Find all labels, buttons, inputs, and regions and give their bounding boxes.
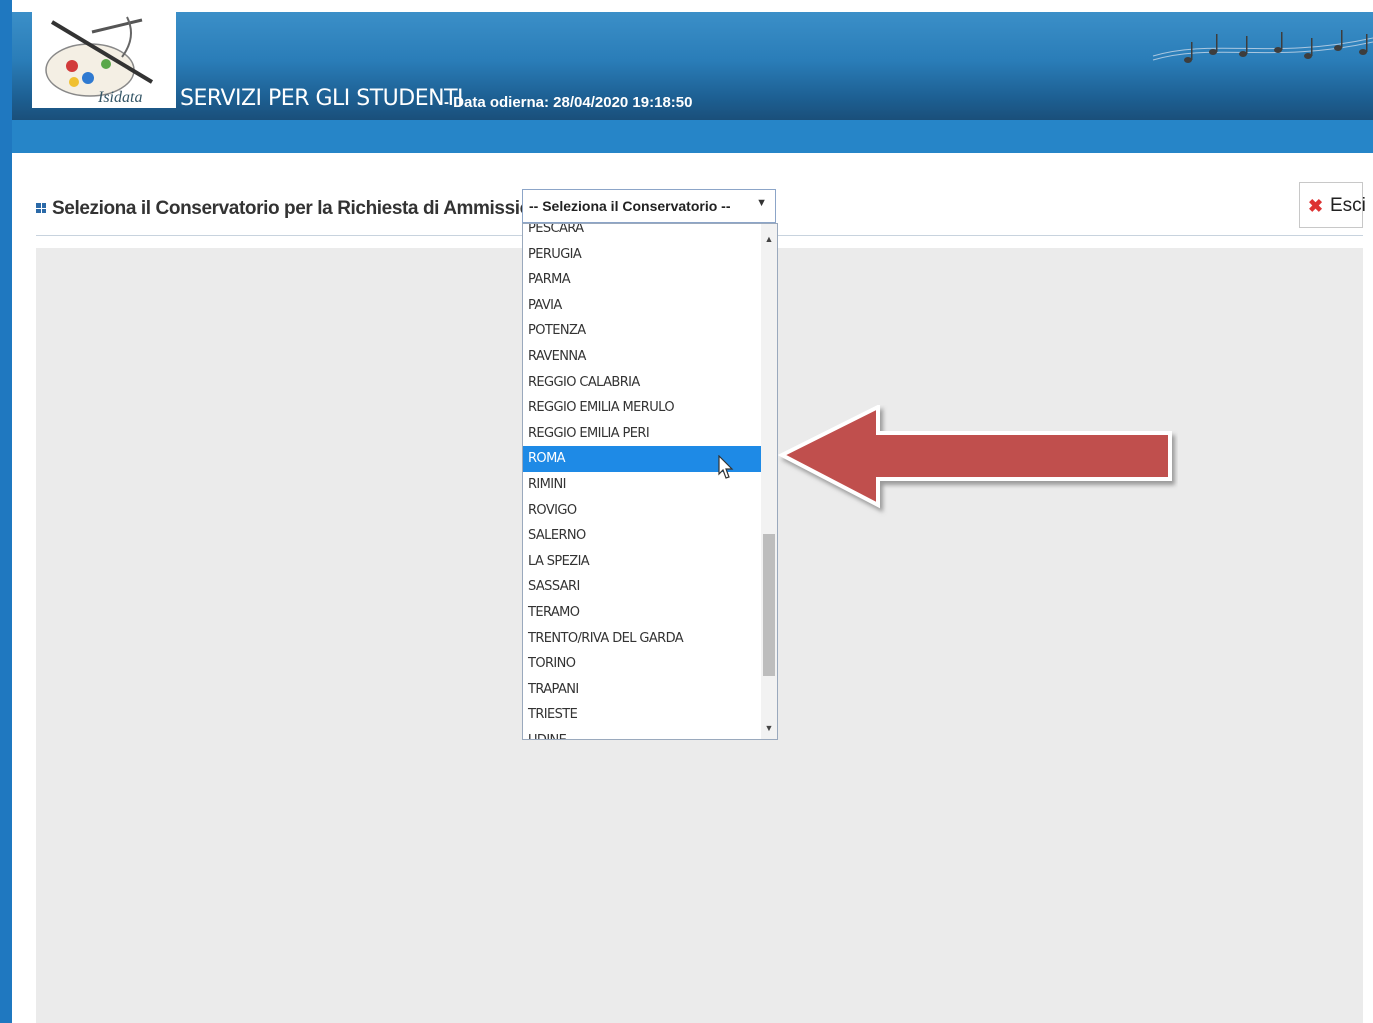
left-edge-bar (0, 0, 12, 1023)
palette-logo-icon[interactable]: Isidata (32, 12, 176, 108)
header-subbar (12, 120, 1373, 153)
exit-label: Esci (1330, 195, 1366, 216)
dropdown-option[interactable]: PAVIA (523, 293, 761, 319)
dropdown-option[interactable]: TORINO (523, 651, 761, 677)
scroll-down-icon[interactable]: ▼ (761, 723, 777, 733)
select-value: -- Seleziona il Conservatorio -- (529, 198, 731, 214)
dropdown-option[interactable]: ROVIGO (523, 498, 761, 524)
scroll-thumb[interactable] (763, 534, 775, 676)
dropdown-option[interactable]: REGGIO EMILIA PERI (523, 421, 761, 447)
dropdown-option[interactable]: REGGIO EMILIA MERULO (523, 395, 761, 421)
dropdown-option[interactable]: SALERNO (523, 523, 761, 549)
exit-x-icon: ✖ (1308, 196, 1324, 216)
scroll-up-icon[interactable]: ▲ (761, 234, 777, 244)
svg-text:Isidata: Isidata (97, 89, 142, 106)
conservatorio-select[interactable]: -- Seleziona il Conservatorio -- ▼ (522, 189, 776, 223)
dropdown-scrollbar[interactable]: ▲ ▼ (761, 224, 777, 739)
chevron-down-icon: ▼ (756, 197, 767, 209)
mouse-pointer-icon (718, 454, 734, 486)
select-label-text: Seleziona il Conservatorio per la Richie… (52, 198, 559, 219)
dropdown-option[interactable]: TERAMO (523, 600, 761, 626)
bullet-icon (36, 203, 46, 213)
dropdown-option[interactable]: PERUGIA (523, 242, 761, 268)
dropdown-option[interactable]: LA SPEZIA (523, 549, 761, 575)
exit-button[interactable]: ✖ Esci (1299, 182, 1366, 228)
dropdown-option[interactable]: PARMA (523, 267, 761, 293)
app-header: Isidata SERVIZI PER GLI STUDENTI - Data … (12, 12, 1373, 120)
dropdown-option[interactable]: REGGIO CALABRIA (523, 370, 761, 396)
red-arrow-annotation (777, 403, 1178, 530)
dropdown-option[interactable]: PESCARA (523, 224, 761, 242)
dropdown-option[interactable]: SASSARI (523, 574, 761, 600)
dropdown-option[interactable]: TRAPANI (523, 677, 761, 703)
conservatorio-dropdown-list[interactable]: PESCARA PERUGIA PARMA PAVIA POTENZA RAVENNA RE… (522, 223, 778, 740)
current-date: - Data odierna: 28/04/2020 19:18:50 (444, 94, 693, 111)
dropdown-option[interactable]: TRENTO/RIVA DEL GARDA (523, 626, 761, 652)
music-notes-icon (1093, 12, 1373, 82)
dropdown-option[interactable]: UDINE (523, 728, 761, 739)
app-title: SERVIZI PER GLI STUDENTI (180, 86, 464, 111)
dropdown-option[interactable]: RAVENNA (523, 344, 761, 370)
dropdown-option[interactable]: TRIESTE (523, 702, 761, 728)
dropdown-option[interactable]: POTENZA (523, 318, 761, 344)
select-label: Seleziona il Conservatorio per la Richie… (36, 198, 559, 220)
